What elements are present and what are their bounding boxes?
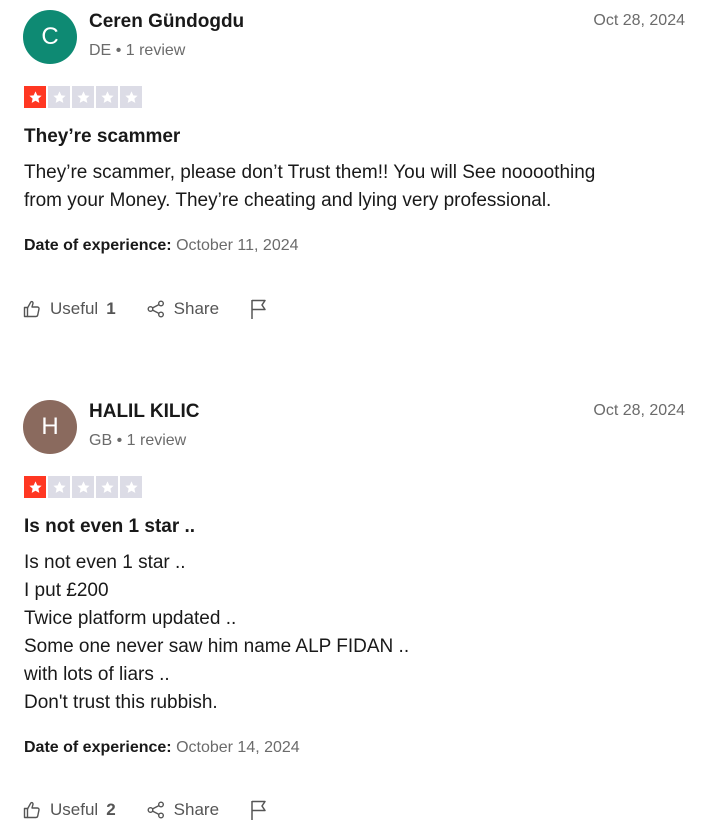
reviewer-review-count: 1 review xyxy=(125,42,186,59)
reviewer-name[interactable]: Ceren Gündogdu xyxy=(89,11,244,33)
experience-label: Date of experience: xyxy=(24,739,172,756)
review-actions: Useful 2 Share xyxy=(22,799,269,821)
review-date: Oct 28, 2024 xyxy=(593,12,685,29)
reviewer-country: GB xyxy=(89,432,113,449)
review-body-line: I put £200 xyxy=(24,580,109,601)
avatar[interactable]: C xyxy=(23,10,77,64)
date-of-experience: Date of experience: October 11, 2024 xyxy=(24,237,299,255)
share-label: Share xyxy=(173,299,220,318)
review-body-line: from your Money. They’re cheating and ly… xyxy=(24,190,552,211)
review-title[interactable]: They’re scammer xyxy=(24,126,180,148)
date-of-experience: Date of experience: October 14, 2024 xyxy=(24,739,300,757)
review-body-line: with lots of liars .. xyxy=(24,664,170,685)
reviewer-review-count: 1 review xyxy=(126,432,187,449)
useful-count: 1 xyxy=(106,299,116,318)
share-label: Share xyxy=(173,800,220,819)
useful-button[interactable]: Useful 1 xyxy=(22,299,116,319)
reviewer-name[interactable]: HALIL KILIC xyxy=(89,401,199,423)
star-icon xyxy=(72,476,94,498)
flag-icon xyxy=(249,799,269,821)
useful-count: 2 xyxy=(106,800,116,819)
review-body: They’re scammer, please don’t Trust them… xyxy=(24,159,694,215)
useful-button[interactable]: Useful 2 xyxy=(22,800,116,820)
star-icon xyxy=(120,476,142,498)
useful-label: Useful xyxy=(50,800,99,819)
star-icon xyxy=(24,86,46,108)
reviewer-country: DE xyxy=(89,42,112,59)
meta-separator: • xyxy=(116,432,123,449)
review-body-line: Twice platform updated .. xyxy=(24,608,237,629)
star-icon xyxy=(72,86,94,108)
reviewer-meta: DE • 1 review xyxy=(89,42,185,60)
thumbs-up-icon xyxy=(22,800,42,820)
star-icon xyxy=(48,476,70,498)
share-button[interactable]: Share xyxy=(146,800,219,820)
review-date: Oct 28, 2024 xyxy=(593,402,685,419)
star-icon xyxy=(24,476,46,498)
thumbs-up-icon xyxy=(22,299,42,319)
star-rating xyxy=(24,86,142,108)
review-title[interactable]: Is not even 1 star .. xyxy=(24,516,195,538)
avatar[interactable]: H xyxy=(23,400,77,454)
meta-separator: • xyxy=(115,42,122,59)
review-body-line: Is not even 1 star .. xyxy=(24,552,186,573)
star-icon xyxy=(120,86,142,108)
review-body-line: Don't trust this rubbish. xyxy=(24,692,218,713)
experience-date: October 11, 2024 xyxy=(176,237,299,254)
useful-label: Useful xyxy=(50,299,99,318)
report-button[interactable] xyxy=(249,298,269,320)
share-button[interactable]: Share xyxy=(146,299,219,319)
star-rating xyxy=(24,476,142,498)
review-body-line: They’re scammer, please don’t Trust them… xyxy=(24,162,596,183)
star-icon xyxy=(96,476,118,498)
star-icon xyxy=(96,86,118,108)
review-body-line: Some one never saw him name ALP FIDAN .. xyxy=(24,636,410,657)
review-actions: Useful 1 Share xyxy=(22,298,269,320)
report-button[interactable] xyxy=(249,799,269,821)
share-icon xyxy=(146,800,166,820)
experience-date: October 14, 2024 xyxy=(176,739,300,756)
star-icon xyxy=(48,86,70,108)
experience-label: Date of experience: xyxy=(24,237,172,254)
share-icon xyxy=(146,299,166,319)
flag-icon xyxy=(249,298,269,320)
reviewer-meta: GB • 1 review xyxy=(89,432,186,450)
review-body: Is not even 1 star .. I put £200 Twice pla… xyxy=(24,549,694,717)
